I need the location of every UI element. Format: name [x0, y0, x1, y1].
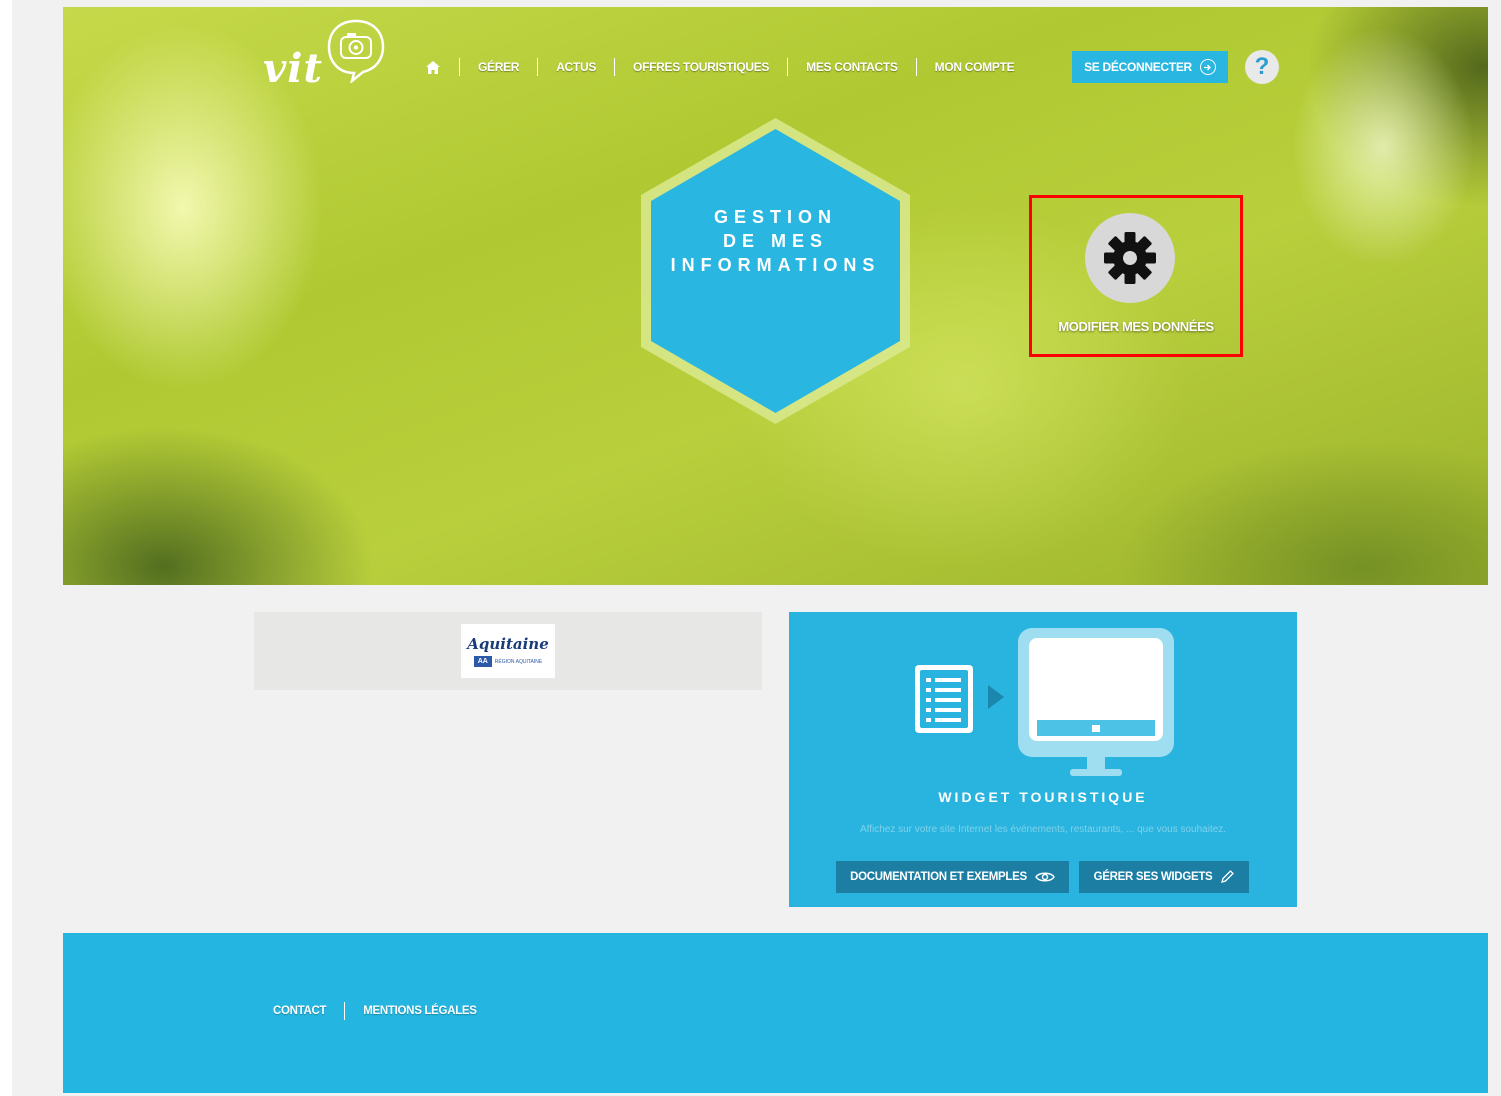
- nav-separator: [537, 58, 539, 76]
- partner-name: Aquitaine: [467, 635, 549, 653]
- partner-region: RÉGION AQUITAINE: [494, 658, 543, 665]
- camera-bubble-icon: [327, 19, 385, 83]
- info-hexagon: GESTION DE MES INFORMATIONS: [638, 115, 913, 427]
- hexagon-title-line: GESTION: [713, 207, 837, 227]
- nav-item-mon-compte[interactable]: MON COMPTE: [935, 60, 1015, 74]
- nav-item-actus[interactable]: ACTUS: [556, 60, 596, 74]
- nav-separator: [915, 58, 917, 76]
- modify-data-label: MODIFIER MES DONNÉES: [1058, 319, 1214, 334]
- region-badge-icon: AA: [473, 656, 492, 667]
- modify-data-button[interactable]: MODIFIER MES DONNÉES: [1029, 195, 1243, 357]
- nav-separator: [459, 58, 460, 76]
- arrow-right-circle-icon: [1199, 59, 1216, 75]
- hexagon-title-line: INFORMATIONS: [670, 255, 881, 275]
- manage-widgets-label: GÉRER SES WIDGETS: [1093, 871, 1213, 883]
- footer-link-mentions-legales[interactable]: MENTIONS LÉGALES: [363, 1005, 477, 1017]
- site-footer: CONTACT MENTIONS LÉGALES: [63, 933, 1488, 1093]
- documentation-button[interactable]: DOCUMENTATION ET EXEMPLES: [836, 861, 1069, 893]
- gear-icon: [1104, 232, 1156, 284]
- page-left-margin: [0, 0, 12, 1096]
- widget-title: WIDGET TOURISTIQUE: [938, 789, 1148, 805]
- partner-region-row: AA RÉGION AQUITAINE: [473, 656, 543, 667]
- pencil-icon: [1221, 870, 1235, 883]
- site-logo[interactable]: vit: [263, 15, 393, 95]
- main-nav: GÉRER ACTUS OFFRES TOURISTIQUES MES CONT…: [425, 57, 1015, 77]
- footer-separator: [344, 1002, 346, 1020]
- widget-illustration: [915, 628, 1174, 776]
- help-icon: ?: [1254, 53, 1270, 80]
- widget-description: Affichez sur votre site Internet les évé…: [859, 824, 1227, 835]
- nav-item-offres-touristiques[interactable]: OFFRES TOURISTIQUES: [633, 60, 769, 74]
- logo-text: vit: [263, 45, 323, 92]
- nav-item-gerer[interactable]: GÉRER: [478, 60, 519, 74]
- home-icon[interactable]: [425, 59, 441, 75]
- play-arrow-icon: [988, 685, 1004, 709]
- documentation-button-label: DOCUMENTATION ET EXEMPLES: [850, 871, 1027, 883]
- logout-button[interactable]: SE DÉCONNECTER: [1072, 51, 1228, 83]
- gear-icon-circle: [1085, 213, 1175, 303]
- document-list-icon: [915, 665, 973, 733]
- footer-links: CONTACT MENTIONS LÉGALES: [273, 1002, 477, 1020]
- hexagon-title: GESTION DE MES INFORMATIONS: [638, 205, 913, 277]
- logout-label: SE DÉCONNECTER: [1084, 60, 1192, 74]
- aquitaine-logo[interactable]: Aquitaine AA RÉGION AQUITAINE: [461, 624, 555, 678]
- help-button[interactable]: ?: [1245, 50, 1279, 84]
- footer-link-contact[interactable]: CONTACT: [273, 1005, 327, 1017]
- widget-panel: WIDGET TOURISTIQUE Affichez sur votre si…: [789, 612, 1297, 907]
- manage-widgets-button[interactable]: GÉRER SES WIDGETS: [1079, 861, 1249, 893]
- nav-separator: [614, 58, 616, 76]
- hexagon-title-line: DE MES: [722, 231, 828, 251]
- monitor-icon: [1018, 628, 1174, 776]
- partner-panel: Aquitaine AA RÉGION AQUITAINE: [254, 612, 762, 690]
- hero-banner: vit GÉRER ACTUS OFFRES TOURISTIQUES MES …: [63, 7, 1488, 585]
- nav-separator: [787, 58, 789, 76]
- nav-item-mes-contacts[interactable]: MES CONTACTS: [806, 60, 898, 74]
- eye-icon: [1035, 872, 1055, 882]
